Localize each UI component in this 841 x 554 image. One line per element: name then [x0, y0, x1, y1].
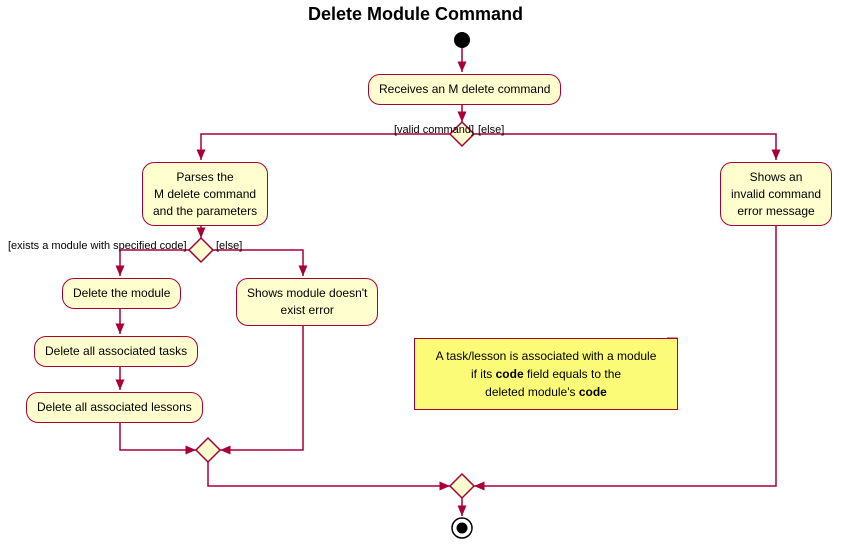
guard-valid-command: [valid command] [394, 124, 474, 136]
diagram-title: Delete Module Command [308, 4, 523, 25]
invalid-line3: error message [737, 204, 814, 218]
activity-parses: Parses the M delete command and the para… [142, 162, 268, 226]
note-l2a: if its [471, 367, 496, 381]
activity-delete-lessons: Delete all associated lessons [26, 392, 203, 423]
note-l3-bold: code [579, 385, 607, 399]
parses-line1: Parses the [176, 170, 233, 184]
parses-line2: M delete command [154, 187, 256, 201]
note-l1: A task/lesson is associated with a modul… [436, 349, 657, 363]
noexist-line2: exist error [281, 303, 334, 317]
activity-receives: Receives an M delete command [368, 74, 561, 105]
note-l2c: field equals to the [524, 367, 621, 381]
activity-delete-tasks: Delete all associated tasks [34, 336, 198, 367]
noexist-line1: Shows module doesn't [247, 286, 367, 300]
invalid-line1: Shows an [750, 170, 803, 184]
note: A task/lesson is associated with a modul… [414, 338, 678, 410]
note-l2-bold: code [496, 367, 524, 381]
activity-delete-module: Delete the module [62, 278, 181, 309]
activity-not-exist-error: Shows module doesn't exist error [236, 278, 378, 326]
parses-line3: and the parameters [153, 204, 257, 218]
guard-else-1: [else] [478, 124, 504, 136]
note-l3a: deleted module's [485, 385, 579, 399]
guard-exists-module: [exists a module with specified code] [8, 240, 187, 252]
guard-else-2: [else] [216, 240, 242, 252]
invalid-line2: invalid command [731, 187, 821, 201]
activity-invalid-error: Shows an invalid command error message [720, 162, 832, 226]
